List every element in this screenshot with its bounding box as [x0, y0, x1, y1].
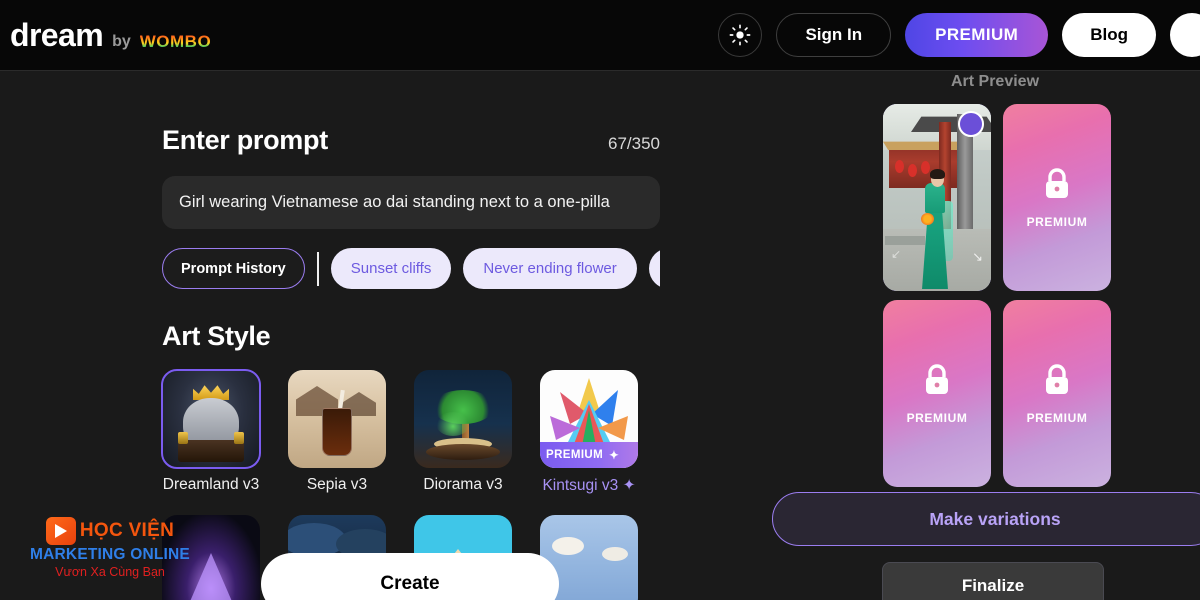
prompt-chip-0[interactable]: Sunset cliffs — [330, 248, 452, 289]
art-style-thumb-sepia[interactable] — [288, 370, 386, 468]
palm-fronds-small — [436, 412, 470, 436]
diorama-base — [426, 444, 500, 460]
watermark-top-row: HỌC VIỆN — [20, 517, 200, 545]
locked-label-3: PREMIUM — [1026, 410, 1088, 425]
preview-card-generated[interactable]: ↘ ↙ — [883, 104, 991, 291]
lock-icon — [926, 363, 948, 394]
throne-arm-right — [234, 432, 244, 444]
art-style-thumb-dreamland[interactable] — [161, 369, 261, 469]
lock-icon — [1046, 167, 1068, 198]
prompt-history-row: Prompt History Sunset cliffs Never endin… — [162, 248, 660, 289]
art-style-grid: Dreamland v3 Sepia v3 Diorama v3 PREMIUM… — [161, 369, 662, 495]
art-preview-grid: ↘ ↙ PREMIUM PREMIUM PREMIUM — [883, 104, 1200, 487]
preview-card-locked-2[interactable]: PREMIUM — [883, 300, 991, 487]
lantern-2 — [908, 164, 917, 177]
page-title: Enter prompt — [162, 125, 328, 155]
throne-arm-left — [178, 432, 188, 444]
selection-badge-icon[interactable] — [958, 111, 984, 137]
premium-badge-text: PREMIUM — [546, 449, 604, 461]
premium-button[interactable]: PREMIUM — [905, 13, 1049, 57]
art-style-item-kintsugi[interactable]: PREMIUM ✦ Kintsugi v3 ✦ — [540, 370, 638, 495]
header-actions: Sign In PREMIUM Blog — [718, 13, 1200, 57]
art-style-label-dreamland: Dreamland v3 — [162, 476, 260, 493]
art-style-item-sepia[interactable]: Sepia v3 — [288, 370, 386, 495]
art-style-item-dreamland[interactable]: Dreamland v3 — [161, 369, 261, 495]
stone-step — [885, 236, 925, 245]
app-header: dream by WOMBO Sign In PREMIUM Blog — [0, 0, 1200, 71]
prompt-chip-1[interactable]: Never ending flower — [463, 248, 637, 289]
theme-toggle-button[interactable] — [718, 13, 763, 57]
prompt-header: Enter prompt 67/350 — [162, 125, 660, 156]
brand-logo[interactable]: dream by WOMBO — [0, 17, 211, 54]
sun-icon — [730, 24, 751, 46]
art-style-title: Art Style — [162, 321, 271, 351]
glass-shape — [322, 408, 352, 456]
premium-badge-kintsugi: PREMIUM ✦ — [540, 442, 638, 468]
locked-label-2: PREMIUM — [906, 410, 968, 425]
lock-icon — [1046, 363, 1068, 394]
char-counter: 67/350 — [608, 134, 660, 153]
prompt-chip-2[interactable]: Fire and w — [648, 248, 660, 289]
preview-card-locked-3[interactable]: PREMIUM — [1003, 300, 1111, 487]
art-style-label-kintsugi: Kintsugi v3 ✦ — [542, 477, 636, 494]
play-button-icon — [45, 517, 76, 545]
create-button[interactable]: Create — [261, 553, 559, 600]
blog-button[interactable]: Blog — [1062, 13, 1156, 57]
lantern-3 — [921, 161, 930, 174]
watermark-line-3: Vươn Xa Cùng Bạn — [55, 565, 165, 579]
watermark: HỌC VIỆN MARKETING ONLINE Vươn Xa Cùng B… — [20, 517, 200, 579]
figure-hair — [930, 169, 945, 179]
lantern-1 — [895, 160, 904, 173]
prompt-panel: Enter prompt 67/350 Girl wearing Vietnam… — [161, 71, 662, 600]
brand-by-label: by — [112, 32, 131, 50]
preview-card-locked-1[interactable]: PREMIUM — [1003, 104, 1111, 291]
collapse-arrow-icon[interactable]: ↙ — [891, 247, 901, 261]
art-style-thumb-diorama[interactable] — [414, 370, 512, 468]
art-style-label-sepia: Sepia v3 — [306, 476, 368, 493]
sparkle-icon: ✦ — [609, 450, 620, 462]
header-overflow-button[interactable] — [1170, 13, 1200, 57]
figure-torso — [925, 183, 945, 213]
prompt-input[interactable]: Girl wearing Vietnamese ao dai standing … — [162, 176, 660, 229]
art-style-thumb-kintsugi[interactable]: PREMIUM ✦ — [540, 370, 638, 468]
art-preview-title: Art Preview — [950, 73, 1040, 90]
art-style-label-diorama: Diorama v3 — [423, 476, 503, 493]
chips-divider — [316, 251, 319, 286]
watermark-line-2: MARKETING ONLINE — [30, 546, 190, 563]
art-style-item-diorama[interactable]: Diorama v3 — [414, 370, 512, 495]
watermark-line-1: HỌC VIỆN — [79, 520, 175, 541]
prompt-input-value: Girl wearing Vietnamese ao dai standing … — [179, 193, 610, 211]
expand-arrow-icon[interactable]: ↘ — [972, 249, 983, 265]
locked-label-1: PREMIUM — [1026, 214, 1088, 229]
cloud-shape-4 — [602, 547, 628, 561]
brand-name: dream — [10, 16, 104, 53]
finalize-button[interactable]: Finalize — [882, 562, 1104, 600]
prompt-history-button[interactable]: Prompt History — [162, 248, 305, 289]
sign-in-button[interactable]: Sign In — [776, 13, 892, 57]
cloud-shape-3 — [552, 537, 584, 555]
flower-bouquet — [921, 213, 934, 225]
wombo-wordmark: WOMBO — [139, 31, 212, 51]
dream-app-window: dream by WOMBO Sign In PREMIUM Blog Ente… — [0, 0, 1200, 600]
make-variations-button[interactable]: Make variations — [772, 492, 1200, 546]
